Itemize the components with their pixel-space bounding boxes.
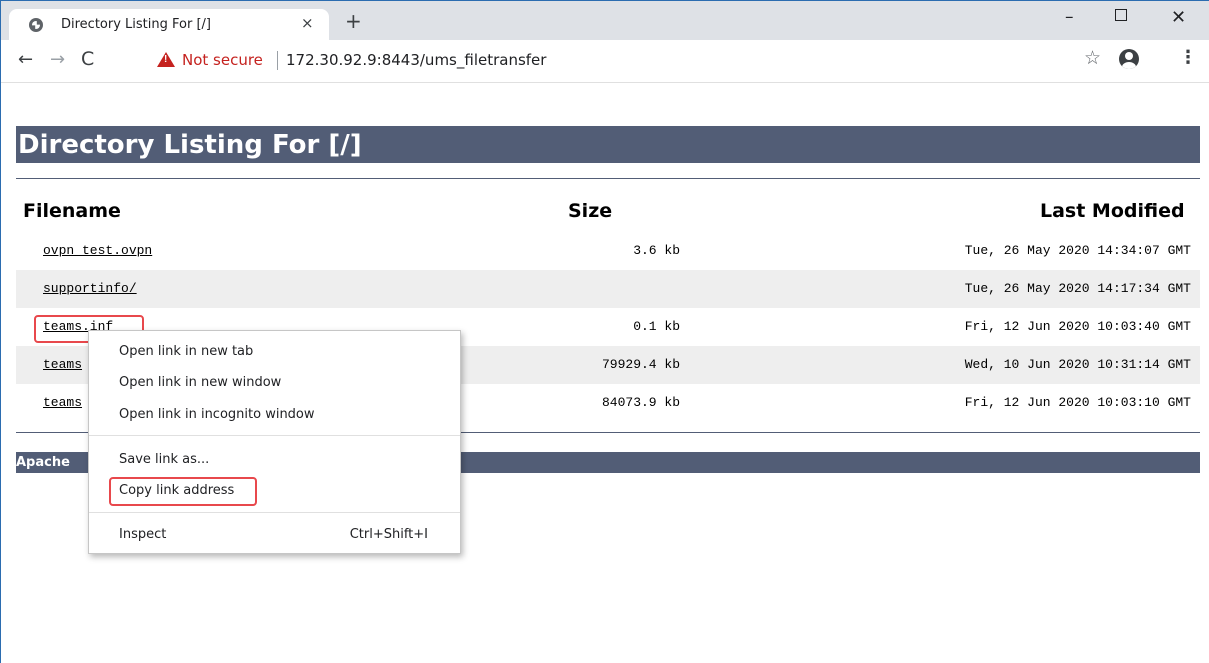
reload-button[interactable]: C xyxy=(81,48,94,70)
file-size: 84073.9 kb xyxy=(601,395,680,410)
warning-icon: ! xyxy=(157,52,175,67)
column-header-last-modified: Last Modified xyxy=(1040,200,1185,222)
page-header-bar: Directory Listing For [/] xyxy=(16,126,1200,163)
file-modified: Fri, 12 Jun 2020 10:03:40 GMT xyxy=(964,319,1191,334)
page-title: Directory Listing For [/] xyxy=(18,130,362,160)
divider xyxy=(16,178,1200,179)
bookmark-star-icon[interactable]: ☆ xyxy=(1084,47,1101,70)
tab-strip: Directory Listing For [/] × + – ✕ xyxy=(1,1,1209,40)
footer-text: Apache xyxy=(16,455,70,470)
file-link[interactable]: teams xyxy=(43,357,82,372)
menu-item-open-new-tab[interactable]: Open link in new tab xyxy=(119,344,253,359)
menu-item-inspect[interactable]: Inspect xyxy=(119,527,166,542)
table-row: ovpn_test.ovpn 3.6 kb Tue, 26 May 2020 1… xyxy=(16,232,1200,270)
column-header-filename: Filename xyxy=(23,200,121,222)
globe-icon xyxy=(29,18,43,32)
account-icon[interactable] xyxy=(1119,49,1139,69)
file-modified: Wed, 10 Jun 2020 10:31:14 GMT xyxy=(964,357,1191,372)
maximize-button[interactable] xyxy=(1115,9,1127,21)
file-modified: Tue, 26 May 2020 14:34:07 GMT xyxy=(964,243,1191,258)
close-window-button[interactable]: ✕ xyxy=(1171,7,1186,28)
forward-button[interactable]: → xyxy=(50,49,65,70)
security-status[interactable]: Not secure xyxy=(182,51,263,69)
file-link[interactable]: teams xyxy=(43,395,82,410)
minimize-button[interactable]: – xyxy=(1065,7,1074,27)
menu-item-open-new-window[interactable]: Open link in new window xyxy=(119,375,281,390)
tab-title: Directory Listing For [/] xyxy=(61,17,211,32)
file-link[interactable]: ovpn_test.ovpn xyxy=(43,243,152,258)
browser-menu-icon[interactable]: ⋮ xyxy=(1179,47,1197,68)
new-tab-button[interactable]: + xyxy=(345,11,362,31)
file-size: 0.1 kb xyxy=(633,319,680,334)
context-menu: Open link in new tab Open link in new wi… xyxy=(88,330,461,554)
file-size: 79929.4 kb xyxy=(601,357,680,372)
menu-item-open-incognito[interactable]: Open link in incognito window xyxy=(119,407,315,422)
browser-tab[interactable]: Directory Listing For [/] × xyxy=(9,9,329,40)
file-link[interactable]: supportinfo/ xyxy=(43,281,137,296)
menu-highlight-box xyxy=(109,477,257,506)
browser-toolbar: ← → C ! Not secure 172.30.92.9:8443/ums_… xyxy=(1,40,1209,83)
address-separator xyxy=(277,51,278,70)
inspect-shortcut: Ctrl+Shift+I xyxy=(349,527,428,542)
menu-separator xyxy=(89,512,460,513)
file-modified: Fri, 12 Jun 2020 10:03:10 GMT xyxy=(964,395,1191,410)
table-row: supportinfo/ Tue, 26 May 2020 14:17:34 G… xyxy=(16,270,1200,308)
menu-item-save-link-as[interactable]: Save link as... xyxy=(119,452,209,467)
menu-separator xyxy=(89,435,460,436)
url-text[interactable]: 172.30.92.9:8443/ums_filetransfer xyxy=(286,51,546,69)
address-bar[interactable]: ! Not secure 172.30.92.9:8443/ums_filetr… xyxy=(144,44,1144,76)
back-button[interactable]: ← xyxy=(18,49,33,70)
column-header-size: Size xyxy=(568,200,613,222)
tab-close-button[interactable]: × xyxy=(301,14,314,32)
file-modified: Tue, 26 May 2020 14:17:34 GMT xyxy=(964,281,1191,296)
file-size: 3.6 kb xyxy=(633,243,680,258)
